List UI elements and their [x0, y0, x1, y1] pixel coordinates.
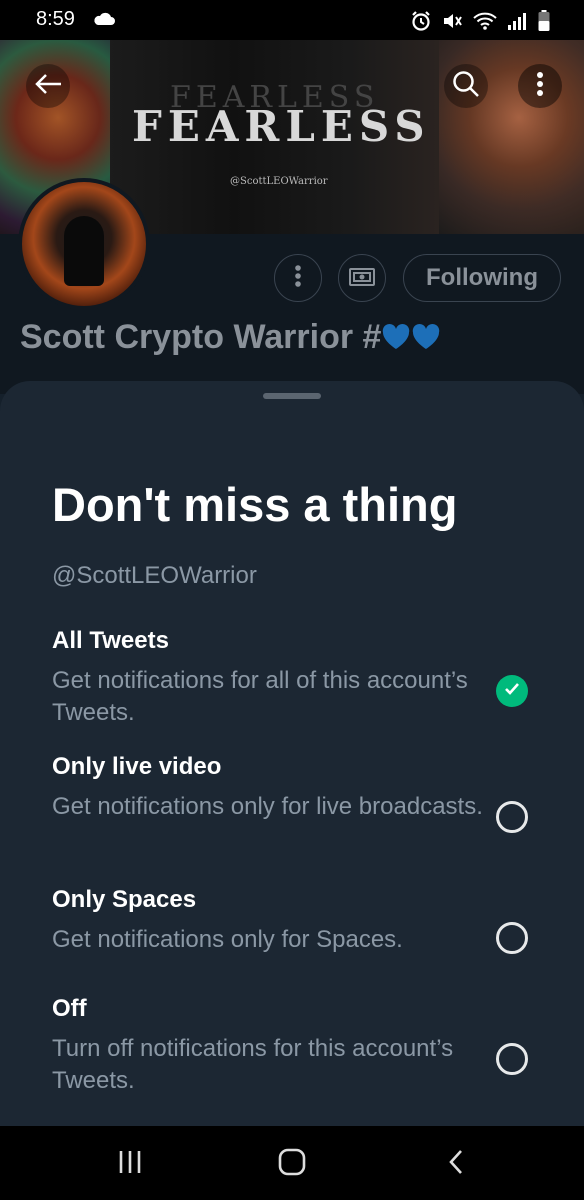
- banner-handle: @ScottLEOWarrior: [230, 176, 328, 187]
- display-name-text: Scott Crypto Warrior #: [20, 318, 382, 356]
- notification-settings-sheet: Don't miss a thing @ScottLEOWarrior All …: [0, 381, 584, 1126]
- radio-off[interactable]: [496, 1043, 528, 1075]
- option-description: Get notifications only for live broadcas…: [52, 793, 483, 820]
- more-horizontal-icon: [294, 264, 302, 293]
- radio-all-tweets[interactable]: [496, 675, 528, 707]
- cloud-icon: [92, 12, 116, 31]
- radio-only-spaces[interactable]: [496, 922, 528, 954]
- option-description: Get notifications only for Spaces.: [52, 926, 403, 953]
- back-icon: [446, 1148, 466, 1181]
- blue-heart-icon: [381, 321, 411, 349]
- more-options-button[interactable]: [518, 64, 562, 108]
- sheet-handle: @ScottLEOWarrior: [52, 562, 257, 589]
- back-arrow-icon: [33, 72, 63, 101]
- more-vertical-icon: [536, 71, 544, 102]
- home-icon: [277, 1148, 307, 1181]
- radio-only-live-video[interactable]: [496, 801, 528, 833]
- status-time: 8:59: [36, 8, 75, 30]
- option-only-spaces[interactable]: Only Spaces Get notifications only for S…: [52, 886, 552, 956]
- status-bar: 8:59: [0, 0, 584, 40]
- option-description: Get notifications for all of this accoun…: [52, 667, 468, 726]
- home-button[interactable]: [270, 1144, 314, 1184]
- system-nav-bar: [0, 1126, 584, 1200]
- option-label: Only live video: [52, 753, 222, 780]
- search-icon: [451, 69, 481, 104]
- avatar-figure: [64, 216, 104, 286]
- tip-jar-icon: [348, 264, 376, 293]
- option-description: Turn off notifications for this account’…: [52, 1035, 454, 1094]
- following-button[interactable]: Following: [403, 254, 561, 302]
- recent-apps-icon: [116, 1149, 144, 1180]
- banner-title: FEARLESS: [132, 102, 431, 151]
- nav-back-button[interactable]: [434, 1144, 478, 1184]
- blue-heart-icon: [411, 321, 441, 349]
- recent-apps-button[interactable]: [108, 1144, 152, 1184]
- mute-icon: [441, 10, 463, 37]
- search-button[interactable]: [444, 64, 488, 108]
- signal-icon: [507, 11, 529, 36]
- wifi-icon: [472, 11, 498, 36]
- option-all-tweets[interactable]: All Tweets Get notifications for all of …: [52, 627, 552, 729]
- option-only-live-video[interactable]: Only live video Get notifications only f…: [52, 753, 552, 823]
- sheet-title: Don't miss a thing: [52, 478, 458, 531]
- tip-jar-button[interactable]: [338, 254, 386, 302]
- option-label: All Tweets: [52, 627, 169, 654]
- avatar[interactable]: [18, 178, 150, 310]
- sheet-drag-handle[interactable]: [263, 393, 321, 399]
- back-arrow-button[interactable]: [26, 64, 70, 108]
- alarm-icon: [410, 10, 432, 37]
- profile-more-button[interactable]: [274, 254, 322, 302]
- profile-display-name: Scott Crypto Warrior #: [20, 318, 441, 357]
- option-label: Only Spaces: [52, 886, 197, 913]
- battery-icon: [538, 10, 550, 37]
- option-label: Off: [52, 995, 87, 1022]
- check-icon: [504, 682, 520, 701]
- option-off[interactable]: Off Turn off notifications for this acco…: [52, 995, 552, 1097]
